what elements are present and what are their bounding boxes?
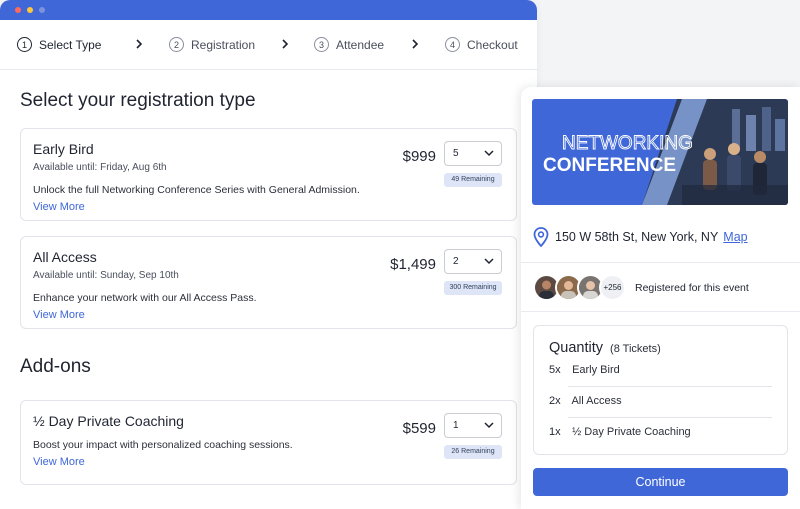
address-text: 150 W 58th St, New York, NY: [555, 230, 719, 244]
item-qty: 5x: [549, 364, 561, 376]
step-number: 2: [169, 37, 184, 52]
ticket-price: $1,499: [390, 256, 436, 273]
quantity-summary: Quantity (8 Tickets) 5x Early Bird 2x Al…: [533, 325, 788, 455]
ticket-count: (8 Tickets): [610, 343, 661, 355]
step-registration[interactable]: 2 Registration: [169, 37, 255, 52]
quantity-select[interactable]: 2: [444, 249, 502, 274]
item-qty: 1x: [549, 426, 561, 438]
ticket-availability: Available until: Friday, Aug 6th: [33, 162, 167, 173]
close-dot-icon[interactable]: [15, 7, 21, 13]
addons-heading: Add-ons: [20, 356, 91, 377]
step-number: 4: [445, 37, 460, 52]
summary-item: 1x ½ Day Private Coaching: [549, 426, 772, 438]
registration-stepper: 1 Select Type 2 Registration 3 Attendee …: [0, 20, 537, 70]
quantity-title: Quantity (8 Tickets): [549, 340, 661, 356]
view-more-link[interactable]: View More: [33, 456, 85, 468]
quantity-select[interactable]: 5: [444, 141, 502, 166]
event-banner-image: NETWORKING CONFERENCE: [532, 99, 788, 205]
step-checkout[interactable]: 4 Checkout: [445, 37, 518, 52]
chevron-down-icon: [484, 258, 494, 265]
location-pin-icon: [533, 227, 549, 247]
registration-window: 1 Select Type 2 Registration 3 Attendee …: [0, 0, 537, 509]
order-summary-panel: NETWORKING CONFERENCE 150 W 58th St, New…: [521, 87, 800, 509]
view-more-link[interactable]: View More: [33, 309, 85, 321]
registered-text: Registered for this event: [635, 282, 749, 294]
step-label: Select Type: [39, 37, 102, 52]
step-number: 1: [17, 37, 32, 52]
addon-card-coaching: ½ Day Private Coaching Boost your impact…: [20, 400, 517, 485]
attendee-count-badge: +256: [599, 274, 626, 301]
event-location: 150 W 58th St, New York, NY Map: [533, 227, 748, 247]
window-titlebar: [0, 0, 537, 20]
event-banner: NETWORKING CONFERENCE: [532, 99, 788, 205]
step-attendee[interactable]: 3 Attendee: [314, 37, 384, 52]
item-name: All Access: [571, 395, 622, 407]
addon-price: $599: [402, 420, 436, 437]
minimize-dot-icon[interactable]: [27, 7, 33, 13]
remaining-badge: 300 Remaining: [444, 281, 502, 295]
map-link[interactable]: Map: [723, 230, 747, 244]
item-qty: 2x: [549, 395, 561, 407]
ticket-description: Unlock the full Networking Conference Se…: [33, 184, 360, 196]
banner-line-2: CONFERENCE: [543, 155, 676, 176]
summary-item: 2x All Access: [549, 395, 772, 407]
page-title: Select your registration type: [20, 90, 256, 111]
view-more-link[interactable]: View More: [33, 201, 85, 213]
addon-name: ½ Day Private Coaching: [33, 413, 184, 429]
divider: [521, 311, 800, 312]
remaining-badge: 26 Remaining: [444, 445, 502, 459]
step-label: Registration: [191, 37, 256, 52]
ticket-availability: Available until: Sunday, Sep 10th: [33, 270, 179, 281]
item-name: Early Bird: [572, 364, 620, 376]
step-number: 3: [314, 37, 329, 52]
divider: [521, 262, 800, 263]
chevron-right-icon: [412, 39, 419, 49]
ticket-card-early-bird: Early Bird Available until: Friday, Aug …: [20, 128, 517, 221]
chevron-right-icon: [282, 39, 289, 49]
ticket-card-all-access: All Access Available until: Sunday, Sep …: [20, 236, 517, 329]
ticket-name: All Access: [33, 249, 97, 265]
summary-item: 5x Early Bird: [549, 364, 772, 376]
continue-button[interactable]: Continue: [533, 468, 788, 496]
chevron-down-icon: [484, 150, 494, 157]
quantity-value: 1: [453, 420, 459, 431]
zoom-dot-icon[interactable]: [39, 7, 45, 13]
ticket-price: $999: [402, 148, 436, 165]
banner-line-1: NETWORKING: [562, 133, 693, 154]
remaining-badge: 49 Remaining: [444, 173, 502, 187]
addon-description: Boost your impact with personalized coac…: [33, 439, 293, 451]
step-label: Attendee: [336, 37, 385, 52]
chevron-right-icon: [136, 39, 143, 49]
divider: [568, 386, 772, 387]
ticket-description: Enhance your network with our All Access…: [33, 292, 257, 304]
step-label: Checkout: [467, 37, 518, 52]
quantity-value: 5: [453, 148, 459, 159]
quantity-select[interactable]: 1: [444, 413, 502, 438]
item-name: ½ Day Private Coaching: [572, 426, 691, 438]
ticket-name: Early Bird: [33, 141, 94, 157]
quantity-title-label: Quantity: [549, 340, 603, 356]
divider: [568, 417, 772, 418]
quantity-value: 2: [453, 256, 459, 267]
step-select-type[interactable]: 1 Select Type: [17, 37, 101, 52]
chevron-down-icon: [484, 422, 494, 429]
